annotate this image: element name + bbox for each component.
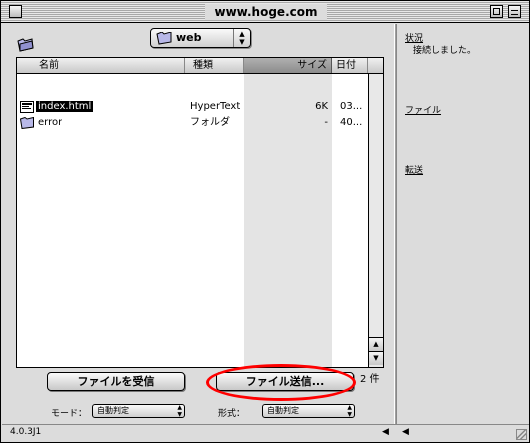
file-list[interactable]: 名前 種類 サイズ 日付 index.html HyperText 6K 03.…	[16, 57, 384, 368]
file-date: 03...	[340, 101, 363, 112]
collapse-box-icon[interactable]	[508, 5, 521, 18]
format-value: 自動判定	[267, 406, 299, 415]
mode-popup[interactable]: 自動判定 ▲ ▼	[92, 404, 185, 418]
column-date[interactable]: 日付	[332, 58, 368, 73]
ftp-window: www.hoge.com web ▲ ▼ 名前 種類 サイズ 日付 index.…	[0, 0, 530, 443]
parent-folder-icon[interactable]	[16, 38, 34, 52]
mode-label: モード：	[51, 409, 88, 419]
highlight-annotation	[206, 364, 356, 401]
list-header: 名前 種類 サイズ 日付	[17, 58, 383, 74]
vertical-scrollbar[interactable]: ▲ ▼	[368, 74, 383, 367]
file-kind: フォルダ	[190, 117, 230, 128]
file-size: -	[324, 117, 328, 128]
scroll-left-icon[interactable]: ◀	[382, 427, 389, 437]
scroll-down-icon[interactable]: ▼	[369, 351, 383, 365]
popup-arrows-icon: ▲ ▼	[233, 29, 250, 47]
receive-file-button[interactable]: ファイルを受信	[47, 372, 185, 391]
html-file-icon	[20, 101, 34, 113]
scroll-up-icon[interactable]: ▲	[369, 337, 383, 351]
file-kind: HyperText	[190, 101, 241, 112]
format-popup[interactable]: 自動判定 ▲ ▼	[262, 404, 355, 418]
column-name[interactable]: 名前	[17, 58, 185, 73]
file-name: error	[38, 117, 63, 128]
column-options[interactable]	[368, 58, 383, 73]
scroll-left-icon[interactable]: ◀	[402, 427, 409, 437]
file-date: 40...	[340, 117, 363, 128]
folder-icon	[156, 32, 172, 45]
info-pane: 状況 接続しました。 ファイル 転送	[396, 24, 529, 425]
format-label: 形式：	[218, 409, 246, 419]
list-item[interactable]: index.html HyperText 6K 03...	[17, 99, 369, 115]
file-name: index.html	[36, 101, 94, 112]
transfer-heading: 転送	[405, 166, 424, 176]
popup-arrows-icon: ▲ ▼	[177, 404, 182, 418]
column-kind[interactable]: 種類	[185, 58, 244, 73]
item-count: 2 件	[360, 374, 380, 385]
folder-icon	[20, 117, 34, 129]
zoom-box-icon[interactable]	[490, 5, 503, 18]
file-browser-pane: web ▲ ▼ 名前 種類 サイズ 日付 index.html HyperTex…	[2, 24, 394, 442]
path-folder-name: web	[176, 31, 202, 44]
file-heading: ファイル	[405, 106, 442, 116]
version-text: 4.0.3J1	[10, 427, 42, 437]
file-size: 6K	[315, 101, 328, 112]
mode-value: 自動判定	[97, 406, 129, 415]
title-bar[interactable]: www.hoge.com	[1, 1, 529, 23]
status-text: 接続しました。	[413, 46, 477, 56]
resize-handle-icon[interactable]	[516, 429, 527, 440]
column-size[interactable]: サイズ	[244, 58, 332, 73]
popup-arrows-icon: ▲ ▼	[347, 404, 352, 418]
list-item[interactable]: error フォルダ - 40...	[17, 115, 369, 131]
status-bar: 4.0.3J1 ◀ ◀	[2, 424, 529, 442]
window-title: www.hoge.com	[205, 4, 327, 20]
close-box-icon[interactable]	[9, 5, 22, 18]
path-popup-menu[interactable]: web ▲ ▼	[150, 28, 251, 48]
